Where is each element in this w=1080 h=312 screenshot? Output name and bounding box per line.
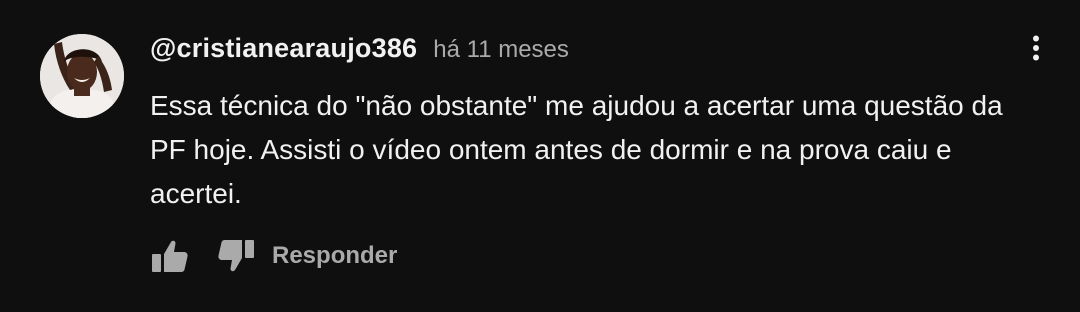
comment-actions: Responder [150,236,397,276]
thumbs-up-icon [152,240,188,272]
avatar-image [40,34,124,118]
comment-text: Essa técnica do "não obstante" me ajudou… [150,90,1003,209]
avatar[interactable] [40,34,124,118]
reply-button[interactable]: Responder [272,236,397,276]
comment-timestamp[interactable]: há 11 meses [433,36,569,64]
dislike-button[interactable] [216,236,256,276]
thumbs-down-icon [218,240,254,272]
more-options-button[interactable] [1018,30,1054,66]
comment-header: @cristianearaujo386 há 11 meses [150,33,569,69]
comment-thread: @cristianearaujo386 há 11 meses Essa téc… [0,0,1080,312]
author-name[interactable]: @cristianearaujo386 [150,33,417,64]
more-vertical-icon [1033,35,1039,61]
like-button[interactable] [150,236,190,276]
